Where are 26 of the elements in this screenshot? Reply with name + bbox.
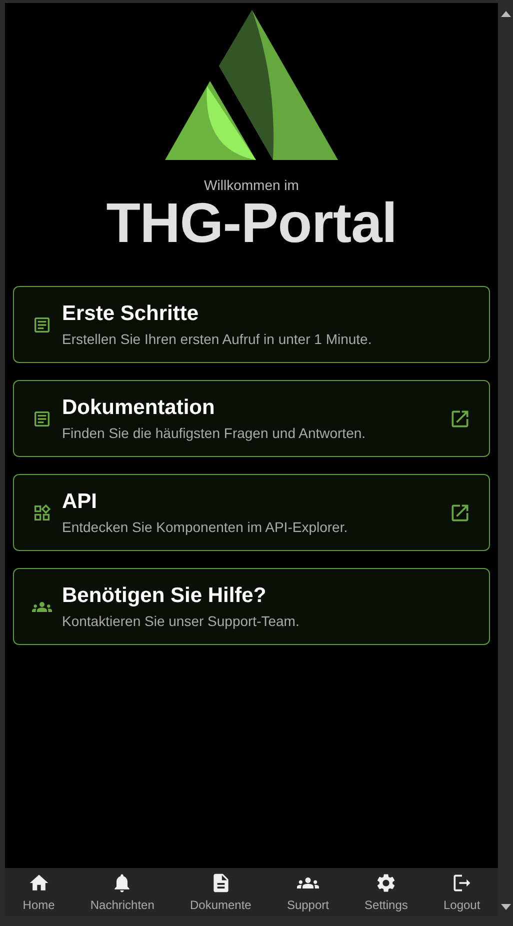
- welcome-text: Willkommen im: [204, 177, 299, 193]
- card-description: Erstellen Sie Ihren ersten Aufruf in unter 1 Minute.: [62, 331, 373, 347]
- settings-icon: [375, 872, 398, 894]
- card-title: API: [62, 490, 98, 514]
- card-title: Dokumentation: [62, 396, 216, 420]
- card-title: Erste Schritte: [62, 302, 200, 326]
- document-icon: [32, 314, 52, 334]
- scroll-down-icon[interactable]: [500, 904, 510, 910]
- link-card[interactable]: API Entdecken Sie Komponenten im API-Explorer.: [13, 474, 490, 551]
- nav-button[interactable]: Logout: [439, 868, 484, 916]
- widgets-icon: [32, 502, 52, 522]
- link-card[interactable]: Benötigen Sie Hilfe? Kontaktieren Sie unser Support-Team.: [13, 568, 490, 645]
- link-card[interactable]: Dokumentation Finden Sie die häufigsten Fragen und Antworten.: [13, 380, 490, 457]
- document-icon: [32, 408, 52, 428]
- nav-button[interactable]: Dokumente: [186, 868, 256, 916]
- card-description: Kontaktieren Sie unser Support-Team.: [62, 613, 300, 629]
- scroll-up-icon[interactable]: [500, 11, 510, 17]
- nav-button[interactable]: Settings: [360, 868, 412, 916]
- link-card[interactable]: Erste Schritte Erstellen Sie Ihren ersten Aufruf in unter 1 Minute.: [13, 286, 490, 363]
- nav-button[interactable]: Nachrichten: [86, 868, 158, 916]
- card-description: Entdecken Sie Komponenten im API-Explorer.: [62, 519, 349, 535]
- card-title: Benötigen Sie Hilfe?: [62, 584, 268, 608]
- nav-button[interactable]: Home: [18, 868, 59, 916]
- card-description: Finden Sie die häufigsten Fragen und Antworten.: [62, 425, 367, 441]
- portal-title: THG-Portal: [106, 195, 397, 251]
- nav-button[interactable]: Support: [282, 868, 333, 916]
